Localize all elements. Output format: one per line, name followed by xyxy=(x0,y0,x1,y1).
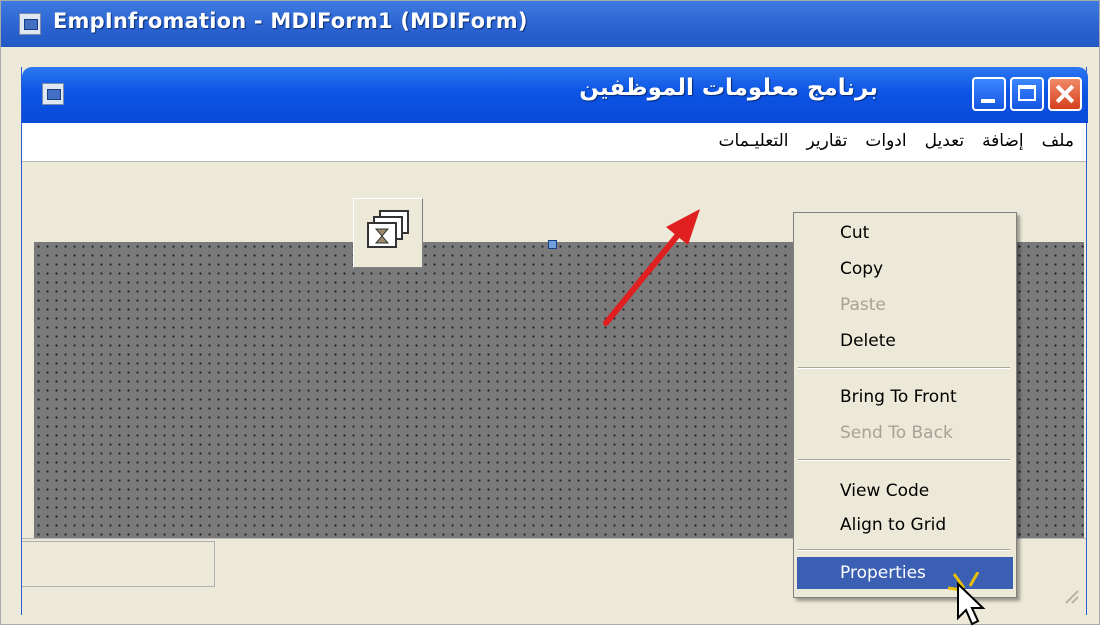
app-icon xyxy=(19,13,41,35)
mdi-title: برنامج معلومات الموظفين xyxy=(579,75,878,101)
menu-help[interactable]: التعليـمات xyxy=(719,131,789,151)
selection-handle[interactable] xyxy=(548,240,557,249)
maximize-icon[interactable] xyxy=(1010,77,1044,111)
menu-item-align-to-grid[interactable]: Align to Grid xyxy=(840,515,946,535)
menu-item-copy[interactable]: Copy xyxy=(840,259,883,279)
menu-edit[interactable]: تعديل xyxy=(925,131,964,151)
minimize-icon[interactable] xyxy=(972,77,1006,111)
menu-tools[interactable]: ادوات xyxy=(865,131,906,151)
status-panel xyxy=(22,541,215,587)
menu-item-send-to-back[interactable]: Send To Back xyxy=(840,423,953,443)
mdi-title-bar[interactable]: برنامج معلومات الموظفين xyxy=(22,67,1088,123)
menu-file[interactable]: ملف xyxy=(1042,131,1074,151)
designer-title-bar[interactable]: EmpInfromation - MDIForm1 (MDIForm) xyxy=(1,1,1099,47)
menu-add[interactable]: إضافة xyxy=(982,131,1024,151)
close-icon[interactable] xyxy=(1048,77,1082,111)
menu-item-paste[interactable]: Paste xyxy=(840,295,886,315)
menu-item-bring-to-front[interactable]: Bring To Front xyxy=(840,387,957,407)
resize-grip-icon[interactable] xyxy=(1062,587,1080,605)
mouse-pointer-icon xyxy=(948,572,986,626)
menu-items: ملف إضافة تعديل ادوات تقارير التعليـمات xyxy=(719,131,1074,151)
imagelist-control[interactable] xyxy=(353,198,423,268)
menu-item-delete[interactable]: Delete xyxy=(840,331,896,351)
menu-item-cut[interactable]: Cut xyxy=(840,223,869,243)
imagelist-icon xyxy=(367,210,409,248)
menu-reports[interactable]: تقارير xyxy=(807,131,848,151)
context-menu: Cut Copy Paste Delete Bring To Front Sen… xyxy=(793,212,1017,598)
designer-title: EmpInfromation - MDIForm1 (MDIForm) xyxy=(53,9,528,33)
menu-item-view-code[interactable]: View Code xyxy=(840,481,929,501)
menu-separator xyxy=(798,459,1010,461)
menu-separator xyxy=(798,549,1010,551)
annotation-arrow-icon xyxy=(603,209,700,326)
menu-separator xyxy=(798,367,1010,369)
app-icon xyxy=(42,83,64,105)
menu-item-properties[interactable]: Properties xyxy=(840,563,926,583)
menu-bar: ملف إضافة تعديل ادوات تقارير التعليـمات xyxy=(22,123,1086,162)
